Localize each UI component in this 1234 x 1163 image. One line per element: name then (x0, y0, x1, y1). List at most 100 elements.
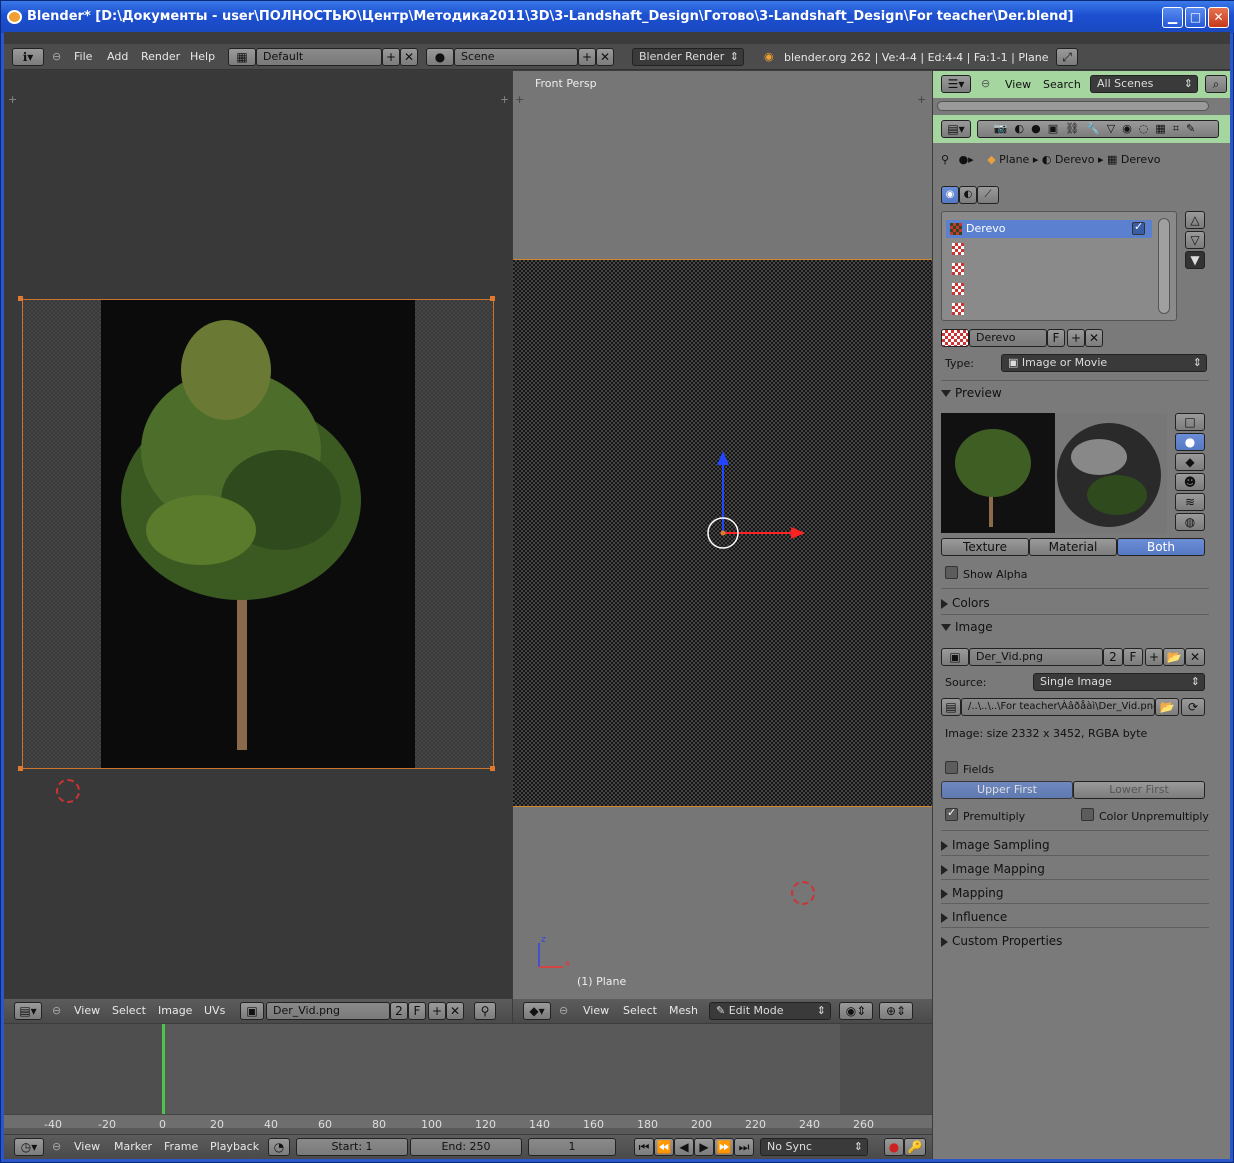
uv-vertex[interactable] (18, 296, 23, 301)
current-frame-marker[interactable] (162, 1024, 165, 1114)
preview-monkey-icon[interactable]: ☻ (1175, 473, 1205, 491)
texture-slot-selected[interactable]: Derevo (946, 220, 1152, 238)
mode-dropdown[interactable]: ✎ Edit Mode ⇕ (709, 1002, 831, 1020)
filepath-browse-icon[interactable]: 📂 (1155, 698, 1179, 716)
play-reverse-icon[interactable]: ◀ (674, 1138, 694, 1156)
area-split-plus-icon[interactable]: + (515, 93, 524, 106)
properties-type-button[interactable]: ▤▾ (941, 120, 971, 138)
slot-list-scrollbar[interactable] (1158, 218, 1170, 314)
texture-fake-user-button[interactable]: F (1047, 329, 1065, 347)
influence-panel-header[interactable]: Influence (941, 910, 1007, 924)
start-frame-field[interactable]: Start: 1 (296, 1138, 408, 1156)
uv-image-frame[interactable] (22, 299, 494, 769)
timeline-menu-view[interactable]: View (74, 1135, 100, 1159)
empty-slot-icon[interactable] (952, 283, 964, 295)
keying-set-icon[interactable]: 🔑 (904, 1138, 926, 1156)
area-split-plus-icon-right[interactable]: + (917, 93, 926, 106)
pin-icon[interactable]: ⚲ (941, 153, 949, 166)
fullscreen-icon[interactable]: ⤢ (1056, 48, 1078, 66)
timeline-menu-marker[interactable]: Marker (114, 1135, 152, 1159)
jump-end-icon[interactable]: ⏭ (734, 1138, 754, 1156)
scene-icon[interactable]: ● (426, 48, 454, 66)
menu-add[interactable]: Add (107, 44, 128, 70)
uv-vertex[interactable] (490, 296, 495, 301)
uv-image-fake-button[interactable]: F (408, 1002, 426, 1020)
preview-plane-icon[interactable]: □ (1175, 413, 1205, 431)
preview-tab-texture[interactable]: Texture (941, 538, 1029, 556)
lower-first-button[interactable]: Lower First (1073, 781, 1205, 799)
pivot-dropdown[interactable]: ⊕⇕ (879, 1002, 913, 1020)
empty-slot-icon[interactable] (952, 303, 964, 315)
uv-image-remove-button[interactable]: ✕ (446, 1002, 464, 1020)
image-fake-user-button[interactable]: F (1123, 648, 1143, 666)
slot-specials-button[interactable]: ▼ (1185, 251, 1205, 269)
layout-icon[interactable]: ▦ (228, 48, 256, 66)
material-texture-tab[interactable]: ◐ (959, 186, 977, 204)
menu-help[interactable]: Help (190, 44, 215, 70)
end-frame-field[interactable]: End: 250 (410, 1138, 522, 1156)
timeline-menu-frame[interactable]: Frame (164, 1135, 198, 1159)
menu-file[interactable]: File (74, 44, 92, 70)
properties-context-tabs[interactable]: 📷◐●▣⛓🔧▽◉◌▦⌗✎ (977, 120, 1219, 138)
search-icon[interactable]: ⌕ (1205, 75, 1227, 93)
world-texture-tab[interactable]: ◉ (941, 186, 959, 204)
slot-move-up-button[interactable]: △ (1185, 211, 1205, 229)
scene-remove-button[interactable]: ✕ (596, 48, 614, 66)
shading-dropdown[interactable]: ◉⇕ (839, 1002, 873, 1020)
texture-slot-list[interactable]: Derevo (941, 211, 1177, 321)
collapse-menu-icon[interactable]: ⊖ (52, 999, 61, 1023)
render-engine-dropdown[interactable]: Blender Render ⇕ (632, 48, 744, 66)
texture-browse-icon[interactable] (941, 329, 969, 347)
slot-enable-checkbox[interactable] (1132, 220, 1145, 235)
3d-viewport[interactable]: Front Persp + + z x (1) Plane (513, 71, 932, 999)
jump-start-icon[interactable]: ⏮ (634, 1138, 654, 1156)
uv-editor-type-button[interactable]: ▤▾ (14, 1002, 42, 1020)
viewport-menu-view[interactable]: View (583, 999, 609, 1023)
preview-panel-header[interactable]: Preview (941, 386, 1002, 400)
uv-image-editor[interactable]: + + (4, 71, 512, 999)
collapse-menu-icon[interactable]: ⊖ (52, 44, 61, 70)
preview-range-icon[interactable]: ◔ (268, 1138, 290, 1156)
layout-add-button[interactable]: + (382, 48, 400, 66)
image-mapping-panel-header[interactable]: Image Mapping (941, 862, 1045, 876)
preview-cube-icon[interactable]: ◆ (1175, 453, 1205, 471)
reload-image-icon[interactable]: ⟳ (1181, 698, 1205, 716)
outliner-menu-view[interactable]: View (1005, 78, 1031, 91)
close-button[interactable]: ✕ (1208, 7, 1229, 28)
record-icon[interactable]: ● (884, 1138, 904, 1156)
timeline[interactable] (4, 1024, 932, 1134)
brush-texture-tab[interactable]: ⟋ (977, 186, 999, 204)
uv-menu-view[interactable]: View (74, 999, 100, 1023)
uv-image-users[interactable]: 2 (390, 1002, 408, 1020)
image-sampling-panel-header[interactable]: Image Sampling (941, 838, 1050, 852)
uv-image-field[interactable]: Der_Vid.png (266, 1002, 390, 1020)
jump-keyframe-forward-icon[interactable]: ⏩ (714, 1138, 734, 1156)
image-open-folder-icon[interactable]: 📂 (1163, 648, 1185, 666)
viewport-menu-mesh[interactable]: Mesh (669, 999, 698, 1023)
preview-tab-both[interactable]: Both (1117, 538, 1205, 556)
uv-menu-uvs[interactable]: UVs (204, 999, 225, 1023)
empty-slot-icon[interactable] (952, 263, 964, 275)
pin-icon[interactable]: ⚲ (474, 1002, 496, 1020)
uv-menu-image[interactable]: Image (158, 999, 192, 1023)
texture-type-dropdown[interactable]: ▣ Image or Movie ⇕ (1001, 354, 1207, 372)
layout-field[interactable]: Default (256, 48, 382, 66)
texture-add-button[interactable]: + (1067, 329, 1085, 347)
jump-keyframe-back-icon[interactable]: ⏪ (654, 1138, 674, 1156)
preview-hair-icon[interactable]: ≋ (1175, 493, 1205, 511)
pack-image-icon[interactable]: ▤ (941, 698, 961, 716)
image-browse-icon[interactable]: ▣ (240, 1002, 264, 1020)
play-icon[interactable]: ▶ (694, 1138, 714, 1156)
image-panel-header[interactable]: Image (941, 620, 993, 634)
area-split-plus-icon[interactable]: + (8, 93, 17, 106)
empty-slot-icon[interactable] (952, 243, 964, 255)
image-unlink-button[interactable]: ✕ (1185, 648, 1205, 666)
timeline-ruler[interactable] (4, 1114, 932, 1128)
texture-remove-button[interactable]: ✕ (1085, 329, 1103, 347)
fields-checkbox[interactable] (945, 761, 958, 774)
collapse-menu-icon[interactable]: ⊖ (52, 1135, 61, 1159)
area-split-plus-icon-right[interactable]: + (500, 93, 509, 106)
upper-first-button[interactable]: Upper First (941, 781, 1073, 799)
texture-name-field[interactable]: Derevo (969, 329, 1047, 347)
preview-tab-material[interactable]: Material (1029, 538, 1117, 556)
